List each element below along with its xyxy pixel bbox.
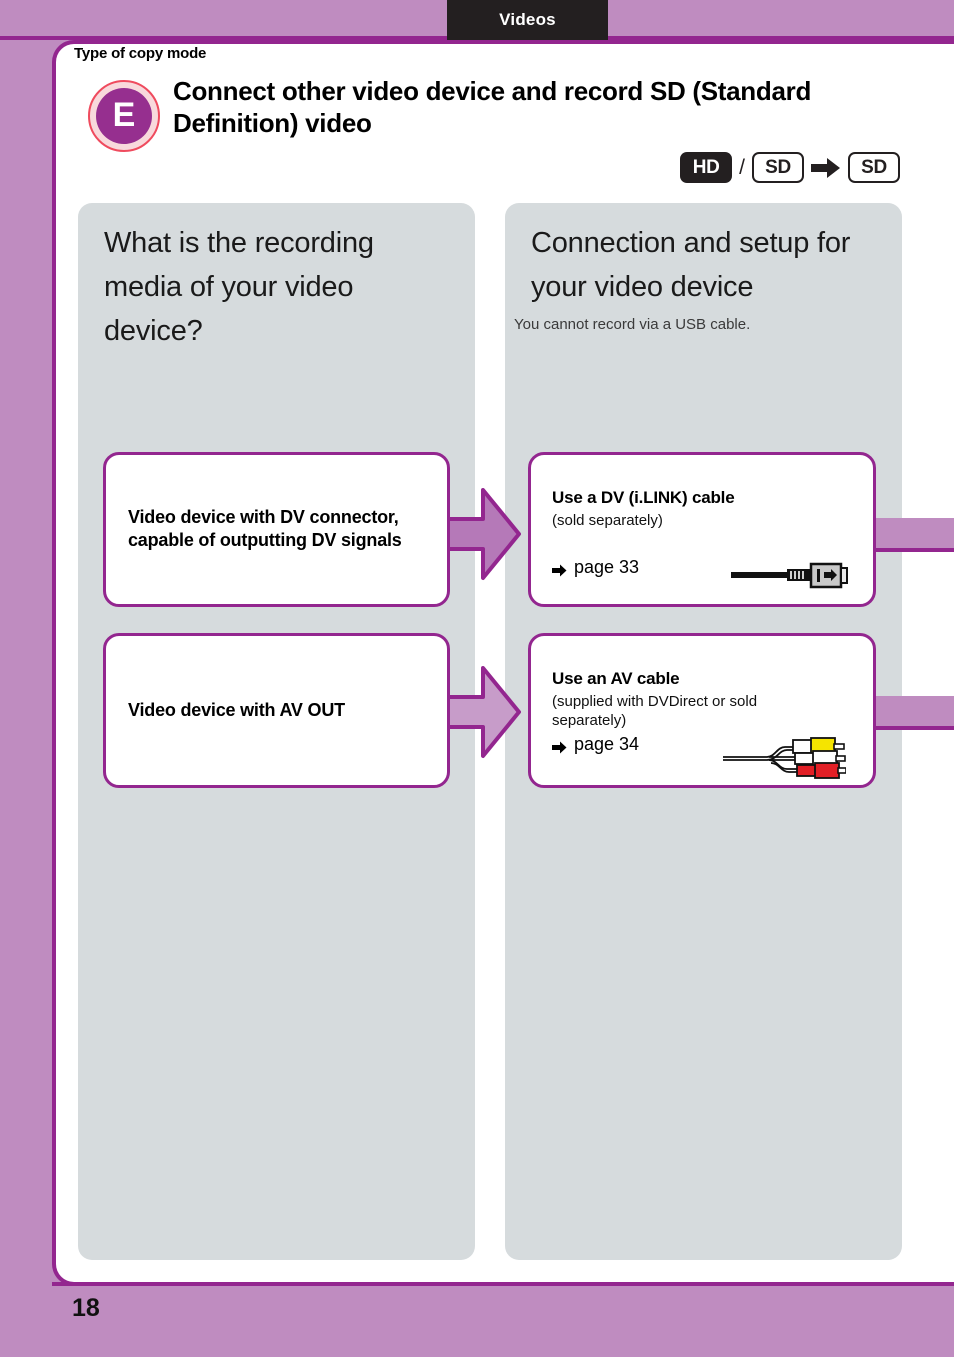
section-letter-badge: E [88, 80, 160, 152]
page-number: 18 [72, 1294, 100, 1322]
format-conversion-row: HD / SD SD [680, 152, 900, 183]
dv-ilink-cable-icon [731, 559, 849, 596]
right-option-box-2[interactable]: Use an AV cable (supplied with DVDirect … [528, 633, 876, 788]
bottom-purple-band [0, 1286, 954, 1357]
page-title: Connect other video device and record SD… [173, 76, 812, 138]
page-link-33[interactable]: page 33 [552, 557, 639, 578]
tab-videos[interactable]: Videos [447, 0, 608, 40]
section-kicker: Type of copy mode [74, 45, 207, 62]
left-option-box-2-label: Video device with AV OUT [128, 699, 345, 720]
flow-edge-bar-1 [874, 518, 954, 552]
right-option-box-2-title: Use an AV cable [552, 669, 680, 688]
format-badge-sd-source: SD [752, 152, 804, 183]
right-option-box-1[interactable]: Use a DV (i.LINK) cable (sold separately… [528, 452, 876, 607]
bottom-accent-rule [52, 1282, 954, 1286]
page-link-34[interactable]: page 34 [552, 734, 639, 755]
format-badge-hd: HD [680, 152, 733, 183]
page-arrow-icon [552, 561, 567, 577]
column-left-title: What is the recording media of your vide… [104, 227, 374, 348]
flow-edge-bar-2 [874, 696, 954, 730]
flow-arrow-2-icon [443, 665, 521, 759]
page-arrow-icon [552, 738, 567, 754]
format-separator: / [739, 155, 745, 179]
left-option-box-1[interactable]: Video device with DV connector, capable … [103, 452, 450, 607]
right-option-box-1-subtitle: (sold separately) [552, 512, 663, 529]
right-option-box-2-subtitle: (supplied with DVDirect or sold separate… [552, 693, 758, 730]
page-link-33-label: page 33 [574, 557, 640, 577]
flow-arrow-1-icon [443, 487, 521, 581]
column-right-title: Connection and setup for your video devi… [531, 227, 851, 304]
left-option-box-1-label: Video device with DV connector, capable … [128, 506, 402, 551]
section-letter-badge-label: E [96, 88, 152, 144]
right-option-box-1-title: Use a DV (i.LINK) cable [552, 488, 735, 507]
page-link-34-label: page 34 [574, 734, 640, 754]
column-right-subtitle: You cannot record via a USB cable. [514, 316, 751, 333]
av-rca-cable-icon [721, 734, 847, 785]
format-badge-sd-target: SD [848, 152, 900, 183]
left-option-box-2[interactable]: Video device with AV OUT [103, 633, 450, 788]
right-arrow-icon [811, 157, 841, 179]
